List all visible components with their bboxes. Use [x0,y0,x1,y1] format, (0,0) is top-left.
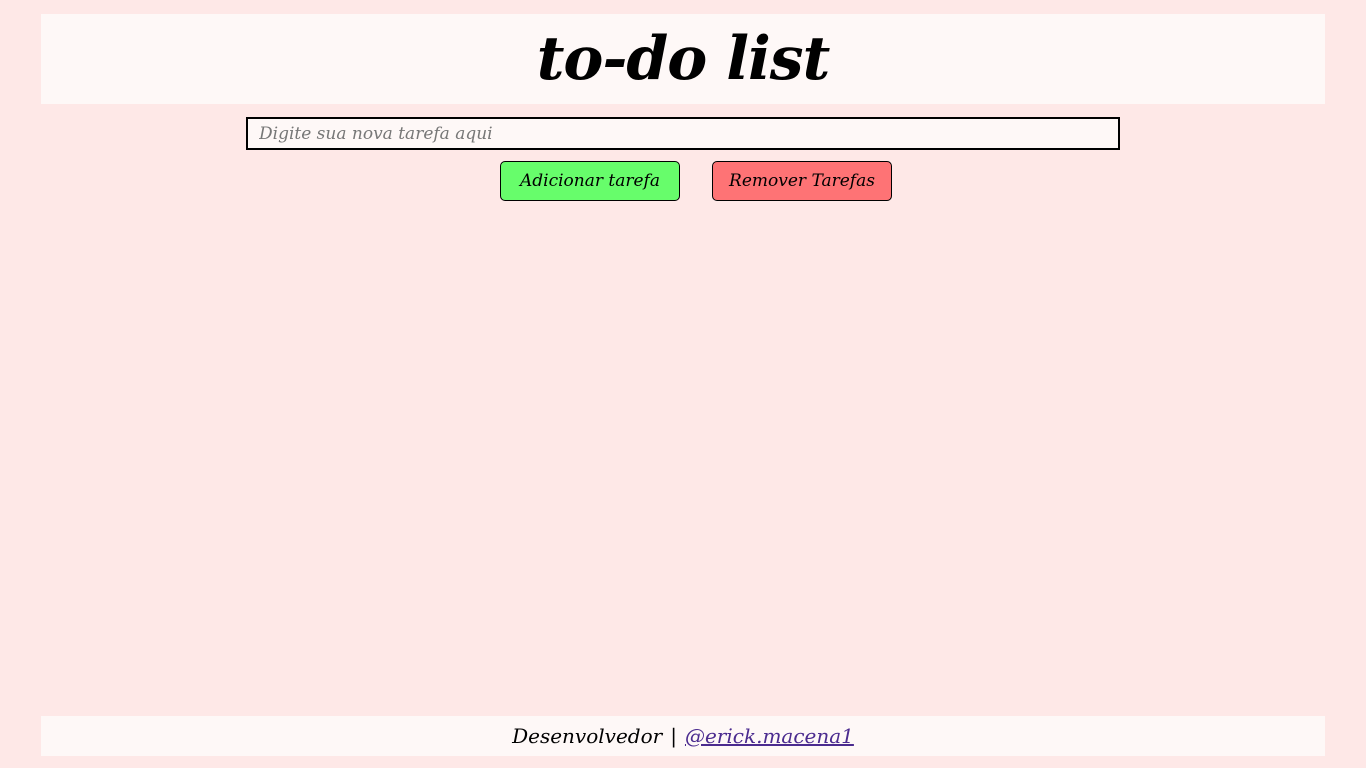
remove-tasks-button[interactable]: Remover Tarefas [712,161,892,201]
new-task-input[interactable] [246,117,1120,150]
page-footer: Desenvolvedor | @erick.macena1 [41,716,1325,756]
page-header: to-do list [41,14,1325,104]
add-task-button[interactable]: Adicionar tarefa [500,161,680,201]
page-title: to-do list [536,24,831,94]
footer-developer-label: Desenvolvedor [512,724,663,748]
footer-separator: | [670,724,677,748]
developer-profile-link[interactable]: @erick.macena1 [685,724,854,748]
